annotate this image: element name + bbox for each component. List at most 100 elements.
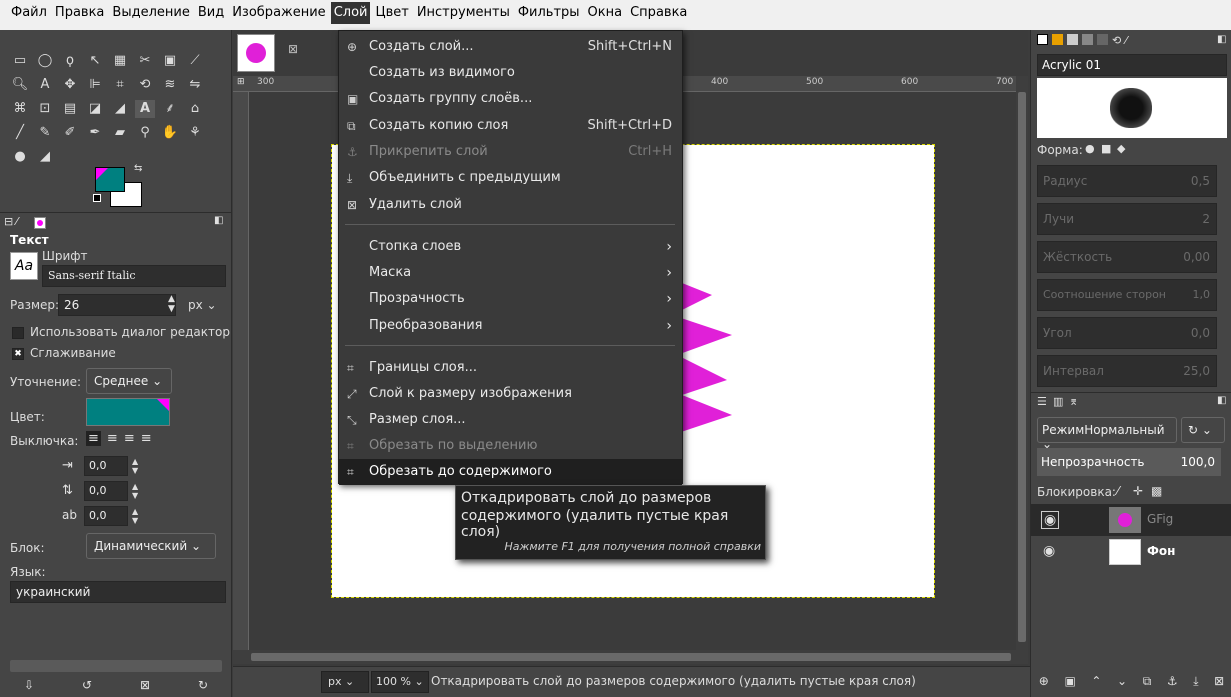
rect-select-icon[interactable]: ▭ — [10, 52, 30, 70]
crop-icon[interactable]: ⌗ — [110, 76, 130, 94]
raise-layer-icon[interactable]: ⌃ — [1091, 674, 1101, 696]
merge-layer-icon[interactable]: ⤓ — [1193, 674, 1198, 696]
lock-pixels-icon[interactable]: ⁄ — [1117, 484, 1119, 498]
color-select-icon[interactable]: ▦ — [110, 52, 130, 70]
letter-spacing-input[interactable]: 0,0 — [84, 506, 128, 526]
opacity-slider[interactable]: Непрозрачность 100,0 — [1037, 448, 1221, 476]
menu-filters[interactable]: Фильтры — [515, 2, 583, 24]
menu-item-crop-to-selection[interactable]: ⌗ Обрезать по выделению — [339, 433, 682, 459]
composite-mode-select[interactable]: ↻ ⌄ — [1181, 417, 1225, 443]
dock-menu-icon[interactable]: ◧ — [1217, 34, 1226, 45]
dodge-icon[interactable]: ⚘ — [185, 124, 205, 142]
use-editor-checkbox[interactable] — [12, 327, 24, 339]
menu-item-scale-layer[interactable]: ⤡ Размер слоя... — [339, 407, 682, 433]
new-layer-icon[interactable]: ⊕ — [1039, 674, 1049, 696]
menu-image[interactable]: Изображение — [229, 2, 328, 24]
vertical-scrollbar[interactable] — [1016, 76, 1028, 650]
tool-options-tab-icon[interactable]: ⊟ — [4, 215, 13, 228]
delete-layer-icon[interactable]: ⊠ — [1214, 674, 1224, 696]
menu-file[interactable]: Файл — [8, 2, 50, 24]
unit-select[interactable]: px ⌄ — [321, 671, 369, 693]
letter-spacing-spin-icon[interactable]: ▲ ▼ — [132, 507, 138, 525]
menu-windows[interactable]: Окна — [585, 2, 626, 24]
toolbox-scrollbar[interactable] — [10, 660, 222, 672]
size-spin-icon[interactable]: ▲ ▼ — [168, 294, 175, 314]
antialias-checkbox[interactable]: ✖ — [12, 348, 24, 360]
menu-item-crop-to-content[interactable]: ⌗ Обрезать до содержимого — [339, 459, 682, 485]
fuzzy-select-icon[interactable]: ↖ — [85, 52, 105, 70]
clone-icon[interactable]: ⚲ — [135, 124, 155, 142]
shape-square-icon[interactable]: ■ — [1101, 142, 1111, 155]
image-tab-thumbnail[interactable] — [237, 34, 275, 72]
lock-position-icon[interactable]: ✛ — [1133, 484, 1143, 498]
visibility-eye-icon[interactable]: ◉ — [1043, 543, 1055, 559]
size-input[interactable]: 26 — [58, 294, 176, 316]
channels-tab-icon[interactable]: ▥ — [1053, 395, 1063, 408]
spacing-param[interactable]: Интервал 25,0 — [1037, 355, 1217, 387]
heal-icon[interactable]: ⌂ — [185, 100, 205, 118]
menu-item-duplicate-layer[interactable]: ⧉ Создать копию слоя Shift+Ctrl+D — [339, 113, 682, 139]
move-icon[interactable]: ✥ — [60, 76, 80, 94]
restore-preset-icon[interactable]: ↺ — [82, 678, 92, 697]
box-select[interactable]: Динамический ⌄ — [86, 533, 216, 559]
text-color-button[interactable] — [86, 398, 170, 426]
lower-layer-icon[interactable]: ⌄ — [1117, 674, 1127, 696]
fonts-tab-icon[interactable] — [1067, 34, 1078, 45]
paintbrush-icon[interactable]: ✎ — [35, 124, 55, 142]
colors-tab-icon[interactable] — [34, 217, 46, 229]
layers-menu-icon[interactable]: ◧ — [1217, 395, 1226, 406]
brushes-tab-icon[interactable] — [1037, 34, 1048, 45]
swap-colors-icon[interactable]: ⇆ — [134, 163, 142, 174]
paths-icon[interactable]: ⟋ — [185, 52, 205, 70]
zoom-icon[interactable]: 🔍︎ — [10, 76, 30, 94]
layers-tab-icon[interactable]: ☰ — [1037, 395, 1047, 408]
airbrush-icon[interactable]: ✐ — [60, 124, 80, 142]
horizontal-scroll-thumb[interactable] — [251, 653, 1011, 661]
menu-help[interactable]: Справка — [627, 2, 690, 24]
menu-select[interactable]: Выделение — [109, 2, 192, 24]
menu-item-mask[interactable]: Маска › — [339, 260, 682, 286]
font-preview-button[interactable]: Aa — [10, 252, 38, 280]
menu-item-merge-down[interactable]: ⤓ Объединить с предыдущим — [339, 165, 682, 191]
warp-icon[interactable]: ≋ — [160, 76, 180, 94]
lock-alpha-icon[interactable]: ▩ — [1151, 484, 1162, 498]
layer-row[interactable]: ◉ GFig — [1031, 504, 1231, 536]
gradient-icon[interactable]: ◢ — [110, 100, 130, 118]
foreground-color-swatch-top[interactable] — [95, 167, 125, 192]
layer-row[interactable]: ◉ Фон — [1031, 536, 1231, 568]
zoom-select[interactable]: 100 % ⌄ — [371, 671, 429, 693]
flip-icon[interactable]: ⇋ — [185, 76, 205, 94]
save-preset-icon[interactable]: ⇩ — [24, 678, 34, 697]
language-input[interactable]: украинский — [10, 581, 226, 603]
pencil-icon[interactable]: ╱ — [10, 124, 30, 142]
palette-tab-icon[interactable] — [1082, 34, 1093, 45]
paint-dynamics-tab-icon[interactable]: ⁄ — [1125, 34, 1127, 47]
unified-transform-icon[interactable]: ⟲ — [135, 76, 155, 94]
menu-item-transparency[interactable]: Прозрачность › — [339, 286, 682, 312]
menu-item-layer-to-image-size[interactable]: ⤢ Слой к размеру изображения — [339, 381, 682, 407]
gradients-tab-icon[interactable] — [1097, 34, 1108, 45]
radius-param[interactable]: Радиус 0,5 — [1037, 165, 1217, 197]
eraser-icon[interactable]: ◢ — [35, 148, 55, 166]
menu-item-create-group[interactable]: ▣ Создать группу слоёв... — [339, 86, 682, 112]
visibility-eye-icon[interactable]: ◉ — [1041, 511, 1060, 529]
menu-edit[interactable]: Правка — [52, 2, 107, 24]
text-tool-icon[interactable]: A — [135, 100, 155, 118]
angle-param[interactable]: Угол 0,0 — [1037, 317, 1217, 349]
perspective-clone-icon[interactable]: ⊡ — [35, 100, 55, 118]
default-colors-icon[interactable] — [93, 194, 101, 202]
duplicate-layer-icon[interactable]: ⧉ — [1143, 674, 1152, 696]
smudge-icon[interactable]: ✋ — [160, 124, 180, 142]
align-icon[interactable]: ⊫ — [85, 76, 105, 94]
justify-center-icon[interactable]: ≡ — [124, 431, 135, 446]
seamless-clone-icon[interactable]: ▤ — [60, 100, 80, 118]
history-tab-icon[interactable]: ⟲ — [1112, 34, 1121, 47]
paths-tab-icon[interactable]: ⌆ — [1069, 395, 1078, 408]
justify-left-icon[interactable]: ≡ — [86, 431, 101, 446]
menu-item-create-from-visible[interactable]: Создать из видимого — [339, 60, 682, 86]
vertical-scroll-thumb[interactable] — [1018, 92, 1026, 642]
line-spacing-spin-icon[interactable]: ▲ ▼ — [132, 482, 138, 500]
menu-item-transform[interactable]: Преобразования › — [339, 313, 682, 339]
menu-item-delete-layer[interactable]: ⊠ Удалить слой — [339, 192, 682, 218]
patterns-tab-icon[interactable] — [1052, 34, 1063, 45]
